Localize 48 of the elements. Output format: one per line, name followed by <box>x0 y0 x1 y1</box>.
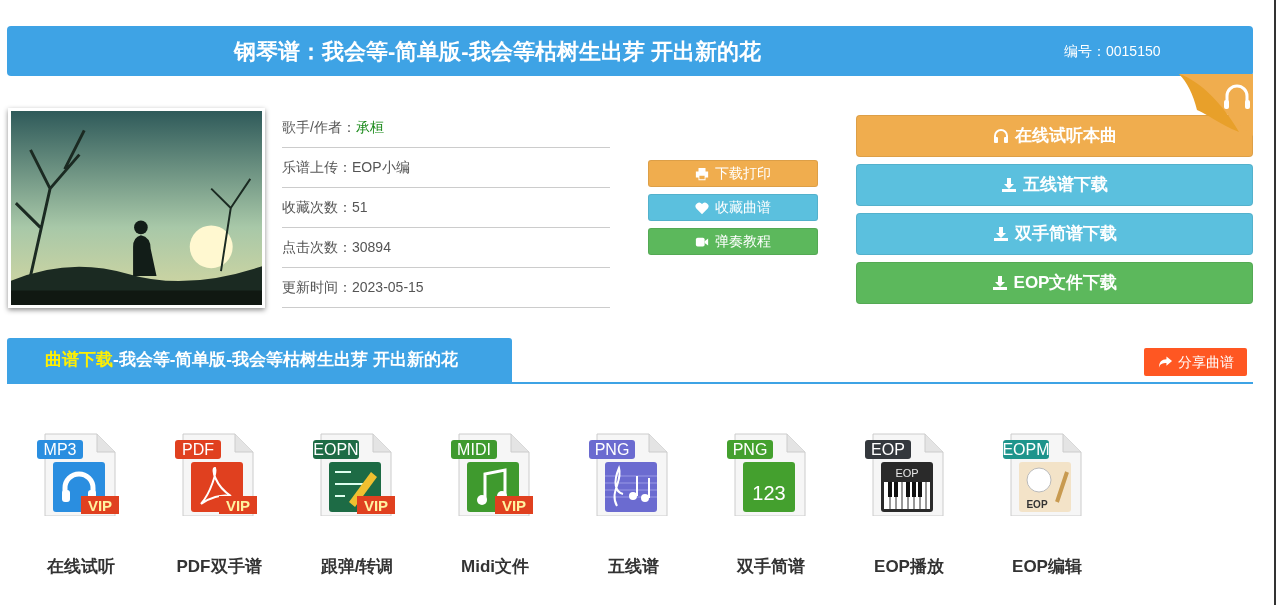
file-type-label[interactable]: EOP编辑 <box>1012 554 1082 580</box>
share-button[interactable]: 分享曲谱 <box>1144 348 1247 376</box>
icon-digits: 123 <box>752 482 786 504</box>
author-link[interactable]: 承桓 <box>355 117 384 138</box>
page-curl-icon <box>1179 74 1253 136</box>
vip-label: VIP <box>81 496 119 514</box>
file-type-label[interactable]: 跟弹/转调 <box>320 554 394 580</box>
file-type-label[interactable]: PDF双手谱 <box>176 554 262 580</box>
share-icon <box>1157 355 1173 369</box>
file-type-label[interactable]: EOP播放 <box>874 554 944 580</box>
vip-label: VIP <box>219 496 257 514</box>
icon-text: EOP <box>1026 499 1048 510</box>
format-label: EOPN <box>313 440 359 459</box>
score-number: 编号：0015150 <box>1064 41 1161 61</box>
format-label: PNG <box>589 440 635 459</box>
format-label: EOP <box>865 440 911 459</box>
download-icon <box>992 226 1009 242</box>
icon-text: EOP <box>895 467 919 479</box>
action-button[interactable]: 弹奏教程 <box>648 228 818 255</box>
info-value: 30894 <box>352 238 391 257</box>
file-type-label[interactable]: 双手简谱 <box>737 554 805 580</box>
info-label: 歌手/作者： <box>282 118 356 137</box>
format-label: EOPM <box>1002 440 1050 459</box>
section-title: 曲谱下载-我会等-简单版-我会等枯树生出芽 开出新的花 <box>7 338 512 382</box>
page-title: 钢琴谱：我会等-简单版-我会等枯树生出芽 开出新的花 <box>234 37 762 66</box>
headphones-icon <box>992 128 1009 144</box>
heart-icon <box>695 200 709 215</box>
action-button[interactable]: EOP文件下载 <box>856 262 1253 304</box>
download-icon <box>1001 177 1017 193</box>
printer-icon <box>695 166 709 181</box>
vip-label: VIP <box>495 496 533 514</box>
file-type-label[interactable]: 在线试听 <box>47 554 115 580</box>
format-label: MP3 <box>37 440 83 459</box>
info-label: 乐谱上传： <box>282 158 352 177</box>
music-staff-icon <box>604 462 658 512</box>
info-label: 更新时间： <box>282 278 352 297</box>
info-value: 51 <box>352 198 368 217</box>
info-value: EOP小编 <box>352 158 410 177</box>
format-label: MIDI <box>451 440 497 459</box>
vip-label: VIP <box>357 496 395 514</box>
format-label: PDF <box>175 440 221 459</box>
info-label: 点击次数： <box>282 238 352 257</box>
file-type-label[interactable]: 五线谱 <box>607 554 659 580</box>
format-label: PNG <box>727 440 773 459</box>
download-icon <box>991 275 1008 291</box>
info-label: 收藏次数： <box>282 198 352 217</box>
file-type-label[interactable]: Midi文件 <box>461 554 529 580</box>
info-value: 2023-05-15 <box>352 278 424 297</box>
